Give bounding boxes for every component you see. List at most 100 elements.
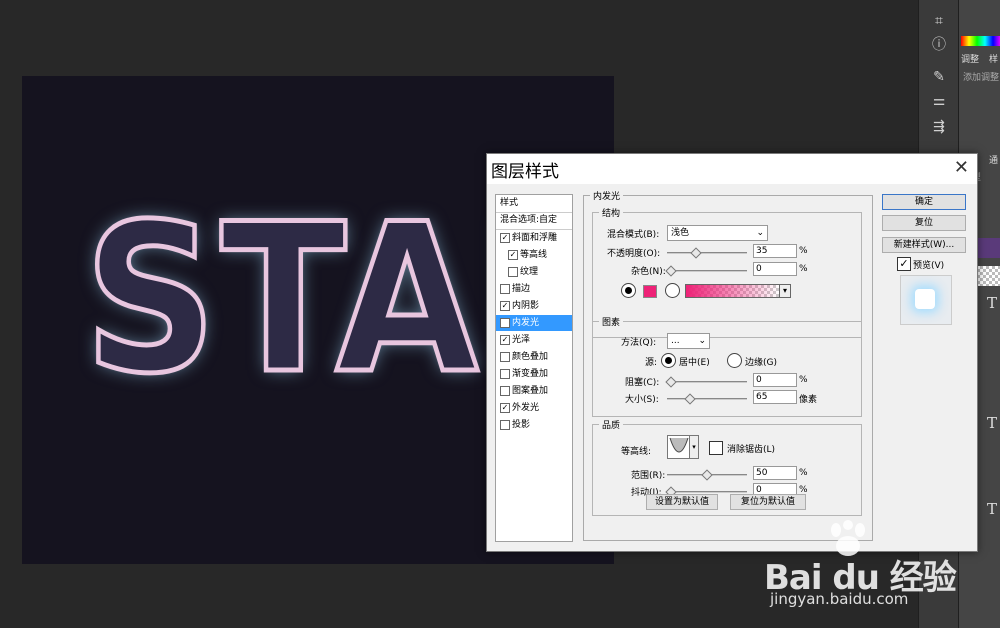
style-checkbox[interactable] <box>500 369 510 379</box>
style-item-label: 图案叠加 <box>512 386 549 396</box>
text-layer-icon[interactable]: T <box>987 500 997 518</box>
antialias-checkbox[interactable] <box>709 441 723 455</box>
style-item[interactable]: ✓ 光泽 <box>496 332 572 348</box>
tab-styles[interactable]: 样 <box>989 53 998 67</box>
blend-options[interactable]: 混合选项:自定 <box>496 212 576 228</box>
style-checkbox[interactable] <box>500 386 510 396</box>
method-value: ... <box>671 336 680 346</box>
style-item[interactable]: 渐变叠加 <box>496 366 572 382</box>
text-layer-icon[interactable]: T <box>987 414 997 432</box>
style-item[interactable]: ✓ 内阴影 <box>496 298 572 314</box>
size-input[interactable]: 65 <box>753 390 797 404</box>
brush-icon[interactable]: ✎ <box>928 66 950 88</box>
style-item[interactable]: 颜色叠加 <box>496 349 572 365</box>
noise-slider[interactable] <box>665 265 747 277</box>
set-default-button[interactable]: 设置为默认值 <box>646 494 718 510</box>
slider-thumb[interactable] <box>665 265 677 277</box>
contour-picker[interactable] <box>667 435 691 459</box>
center-radio[interactable] <box>661 353 676 368</box>
opacity-slider[interactable] <box>667 247 747 259</box>
style-checkbox[interactable] <box>500 352 510 362</box>
style-checkbox[interactable]: ✓ <box>500 403 510 413</box>
style-preview-thumbnail <box>900 275 952 325</box>
size-label: 大小(S): <box>625 395 659 405</box>
style-item[interactable]: ✓ 内发光 <box>496 315 572 331</box>
style-checkbox[interactable] <box>500 420 510 430</box>
chevron-down-icon[interactable]: ▾ <box>779 284 791 298</box>
range-label: 范围(R): <box>631 471 666 481</box>
opacity-input[interactable]: 35 <box>753 244 797 258</box>
style-item-label: 斜面和浮雕 <box>512 233 558 243</box>
style-checkbox[interactable] <box>500 284 510 294</box>
contour-label: 等高线: <box>621 447 652 457</box>
percent-unit: % <box>799 246 808 256</box>
tab-adjustments[interactable]: 调整 <box>961 53 979 67</box>
color-spectrum[interactable] <box>961 36 1000 46</box>
dialog-titlebar[interactable]: 图层样式 ✕ <box>487 154 977 184</box>
text-layer-icon[interactable]: T <box>987 294 997 312</box>
baidu-watermark: Bai du 经验 jingyan.baidu.com <box>760 520 960 620</box>
styles-header-label: 样式 <box>500 198 519 208</box>
style-item[interactable]: ✓ 外发光 <box>496 400 572 416</box>
range-input[interactable]: 50 <box>753 466 797 480</box>
layer-thumbnail[interactable] <box>977 266 1000 286</box>
dialog-title: 图层样式 <box>491 162 559 182</box>
style-checkbox[interactable]: ✓ <box>500 318 510 328</box>
style-item[interactable]: 图案叠加 <box>496 383 572 399</box>
styles-header[interactable]: 样式 <box>496 195 576 211</box>
solid-color-radio[interactable] <box>621 283 636 298</box>
choke-label: 阻塞(C): <box>625 378 660 388</box>
style-checkbox[interactable]: ✓ <box>500 301 510 311</box>
reset-button[interactable]: 复位 <box>882 215 966 231</box>
noise-input[interactable]: 0 <box>753 262 797 276</box>
quality-label: 品质 <box>599 418 624 431</box>
method-select[interactable]: ... ⌄ <box>667 333 710 349</box>
style-checkbox[interactable]: ✓ <box>508 250 518 260</box>
info-icon[interactable]: ⓘ <box>928 34 950 56</box>
glow-color-swatch[interactable] <box>643 285 657 298</box>
style-item[interactable]: 投影 <box>496 417 572 433</box>
ok-button[interactable]: 确定 <box>882 194 966 210</box>
history-icon[interactable]: ⌗ <box>928 10 950 32</box>
center-label: 居中(E) <box>679 358 710 368</box>
tool-presets-icon[interactable]: ⇶ <box>928 116 950 138</box>
slider-thumb[interactable] <box>701 469 713 481</box>
size-slider[interactable] <box>667 393 747 405</box>
layer-thumbnail[interactable] <box>977 238 1000 258</box>
slider-thumb[interactable] <box>684 393 696 405</box>
choke-input[interactable]: 0 <box>753 373 797 387</box>
slider-thumb[interactable] <box>665 376 677 388</box>
gradient-radio[interactable] <box>665 283 680 298</box>
preview-checkbox[interactable]: ✓ <box>897 257 911 271</box>
gradient-swatch[interactable] <box>685 284 781 298</box>
style-checkbox[interactable]: ✓ <box>500 335 510 345</box>
reset-default-button[interactable]: 复位为默认值 <box>730 494 806 510</box>
jitter-slider[interactable] <box>665 486 747 498</box>
style-item[interactable]: 纹理 <box>496 264 572 280</box>
blend-mode-value: 浅色 <box>671 228 690 238</box>
panel-title: 内发光 <box>590 189 624 202</box>
range-slider[interactable] <box>667 469 747 481</box>
choke-slider[interactable] <box>665 376 747 388</box>
structure-label: 结构 <box>599 206 624 219</box>
style-item[interactable]: ✓ 斜面和浮雕 <box>496 230 572 246</box>
slider-thumb[interactable] <box>690 247 702 259</box>
style-item-label: 光泽 <box>512 335 531 345</box>
style-checkbox[interactable]: ✓ <box>500 233 510 243</box>
style-item[interactable]: 描边 <box>496 281 572 297</box>
chevron-down-icon[interactable]: ▾ <box>689 435 699 459</box>
brush-settings-icon[interactable]: ⚌ <box>928 90 950 112</box>
noise-label: 杂色(N): <box>631 267 666 277</box>
style-item[interactable]: ✓ 等高线 <box>496 247 572 263</box>
style-checkbox[interactable] <box>508 267 518 277</box>
style-item-label: 纹理 <box>520 267 539 277</box>
blend-mode-select[interactable]: 浅色 ⌄ <box>667 225 768 241</box>
method-label: 方法(Q): <box>621 338 657 348</box>
chevron-down-icon: ⌄ <box>756 228 764 238</box>
close-icon[interactable]: ✕ <box>954 157 969 178</box>
edge-radio[interactable] <box>727 353 742 368</box>
elements-label: 图素 <box>599 315 624 328</box>
structure-group: 结构 混合模式(B): 浅色 ⌄ 不透明度(O): 35 % 杂色(N): 0 … <box>592 206 862 338</box>
tab-channels[interactable]: 通 <box>989 154 998 168</box>
new-style-button[interactable]: 新建样式(W)... <box>882 237 966 253</box>
